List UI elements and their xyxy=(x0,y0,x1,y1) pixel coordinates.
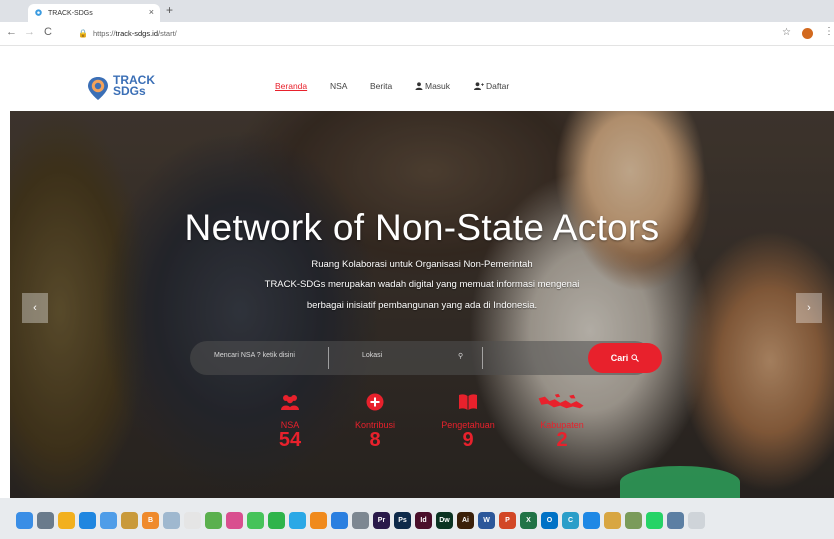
stat-value: 9 xyxy=(462,429,474,451)
url-scheme: https:// xyxy=(92,29,116,38)
site-header: TRACK SDGs Beranda NSA Berita Masuk Daft… xyxy=(0,47,834,111)
nav-daftar[interactable]: Daftar xyxy=(474,81,509,91)
tab-title: TRACK-SDGs xyxy=(48,9,93,17)
search-divider xyxy=(482,347,483,369)
stat-value: 8 xyxy=(369,429,381,451)
track-sdgs-logo-icon[interactable] xyxy=(84,75,112,101)
forward-arrow-icon[interactable]: → xyxy=(24,26,35,38)
browser-tab[interactable]: TRACK-SDGs × xyxy=(28,4,160,22)
back-arrow-icon[interactable]: ← xyxy=(6,26,17,38)
nav-nsa[interactable]: NSA xyxy=(330,81,347,91)
cari-button-label: Cari xyxy=(610,353,629,363)
dreamweaver-app-icon[interactable]: Dw xyxy=(436,512,453,529)
hero-subtitle-line2: TRACK-SDGs merupakan wadah digital yang … xyxy=(264,279,580,290)
word-app-icon[interactable]: W xyxy=(478,512,495,529)
new-tab-icon[interactable]: + xyxy=(166,3,173,17)
powerpoint-app-icon[interactable]: P xyxy=(499,512,516,529)
finder-app-icon[interactable] xyxy=(16,512,33,529)
chrome-app-icon[interactable] xyxy=(58,512,75,529)
hero-subtitle-line1: Ruang Kolaborasi untuk Organisasi Non-Pe… xyxy=(311,259,533,270)
hero-banner: ‹ › Network of Non-State Actors Ruang Ko… xyxy=(10,111,834,498)
reload-icon[interactable]: C xyxy=(44,26,52,38)
stat-pengetahuan[interactable]: Pengetahuan 9 xyxy=(428,393,508,450)
search-divider xyxy=(328,347,329,369)
trash-app-icon[interactable] xyxy=(688,512,705,529)
hero-title: Network of Non-State Actors xyxy=(184,207,660,248)
itunes-app-icon[interactable] xyxy=(289,512,306,529)
site-logo-text[interactable]: TRACK SDGs xyxy=(113,74,155,98)
safari-app-icon[interactable] xyxy=(79,512,96,529)
logo-line-sdgs: SDGs xyxy=(113,84,146,98)
books-app-icon[interactable] xyxy=(604,512,621,529)
facetime-app-icon[interactable] xyxy=(268,512,285,529)
blogger-app-icon[interactable]: B xyxy=(142,512,159,529)
menu-kebab-icon[interactable]: ⋮ xyxy=(824,26,834,37)
address-toolbar: ← → C 🔒 https:// track-sdgs.id /start/ ☆… xyxy=(0,22,834,46)
stat-nsa[interactable]: NSA 54 xyxy=(250,393,330,450)
teamviewer-app-icon[interactable] xyxy=(583,512,600,529)
plus-circle-icon xyxy=(366,393,384,411)
nav-daftar-label: Daftar xyxy=(486,81,510,91)
user-plus-icon xyxy=(474,82,484,90)
map-icon xyxy=(538,393,584,409)
launchpad-app-icon[interactable] xyxy=(37,512,54,529)
hero-photo-basket xyxy=(620,466,740,498)
nav-masuk[interactable]: Masuk xyxy=(415,81,450,91)
url-bar[interactable]: 🔒 https:// track-sdgs.id /start/ xyxy=(78,25,738,42)
nav-beranda[interactable]: Beranda xyxy=(275,81,307,91)
ibooks-app-icon[interactable] xyxy=(310,512,327,529)
maps-app-icon[interactable] xyxy=(205,512,222,529)
book-icon xyxy=(459,394,477,410)
illustrator-app-icon[interactable]: Ai xyxy=(457,512,474,529)
cari-button[interactable]: Cari xyxy=(588,343,662,373)
url-path: /start/ xyxy=(158,29,177,38)
lokasi-input[interactable]: Lokasi xyxy=(362,352,382,359)
nav-berita[interactable]: Berita xyxy=(370,81,392,91)
preview-app-icon[interactable] xyxy=(163,512,180,529)
tab-close-icon[interactable]: × xyxy=(149,7,154,17)
url-host: track-sdgs.id xyxy=(115,29,158,38)
notes-app-icon[interactable] xyxy=(121,512,138,529)
search-bar: Mencari NSA ? ketik disini Lokasi ⚲ xyxy=(190,341,652,375)
search-icon xyxy=(631,354,640,362)
stat-kabupaten[interactable]: Kabupaten 2 xyxy=(522,393,602,450)
hero-subtitle-line3: berbagai inisiatif pembangunan yang ada … xyxy=(306,300,538,311)
messages-app-icon[interactable] xyxy=(247,512,264,529)
monitor-app-icon[interactable] xyxy=(667,512,684,529)
textedit-app-icon[interactable] xyxy=(184,512,201,529)
dock-icons: B Pr Ps Id Dw Ai W P X O C xyxy=(16,512,705,529)
user-icon xyxy=(415,82,423,90)
nsa-search-input[interactable]: Mencari NSA ? ketik disini xyxy=(214,352,295,359)
appstore-app-icon[interactable] xyxy=(331,512,348,529)
stat-kontribusi[interactable]: Kontribusi 8 xyxy=(335,393,415,450)
premiere-app-icon[interactable]: Pr xyxy=(373,512,390,529)
lock-icon: 🔒 xyxy=(78,29,88,38)
settings-app-icon[interactable] xyxy=(352,512,369,529)
grapher-app-icon[interactable] xyxy=(625,512,642,529)
mail-app-icon[interactable] xyxy=(100,512,117,529)
indesign-app-icon[interactable]: Id xyxy=(415,512,432,529)
stat-value: 2 xyxy=(556,429,568,451)
location-pin-icon: ⚲ xyxy=(458,353,464,360)
users-icon xyxy=(281,395,299,410)
outlook-app-icon[interactable]: O xyxy=(541,512,558,529)
bookmark-star-icon[interactable]: ☆ xyxy=(782,27,791,38)
photos-app-icon[interactable] xyxy=(226,512,243,529)
profile-avatar[interactable] xyxy=(802,28,813,39)
photoshop-app-icon[interactable]: Ps xyxy=(394,512,411,529)
excel-app-icon[interactable]: X xyxy=(520,512,537,529)
nav-masuk-label: Masuk xyxy=(425,81,451,91)
camtasia-app-icon[interactable]: C xyxy=(562,512,579,529)
tab-favicon-icon xyxy=(35,8,42,16)
browser-window: TRACK-SDGs × + ← → C 🔒 https:// track-sd… xyxy=(0,0,834,539)
tab-bar: TRACK-SDGs × + xyxy=(0,0,834,22)
whatsapp-app-icon[interactable] xyxy=(646,512,663,529)
stat-value: 54 xyxy=(278,429,302,451)
